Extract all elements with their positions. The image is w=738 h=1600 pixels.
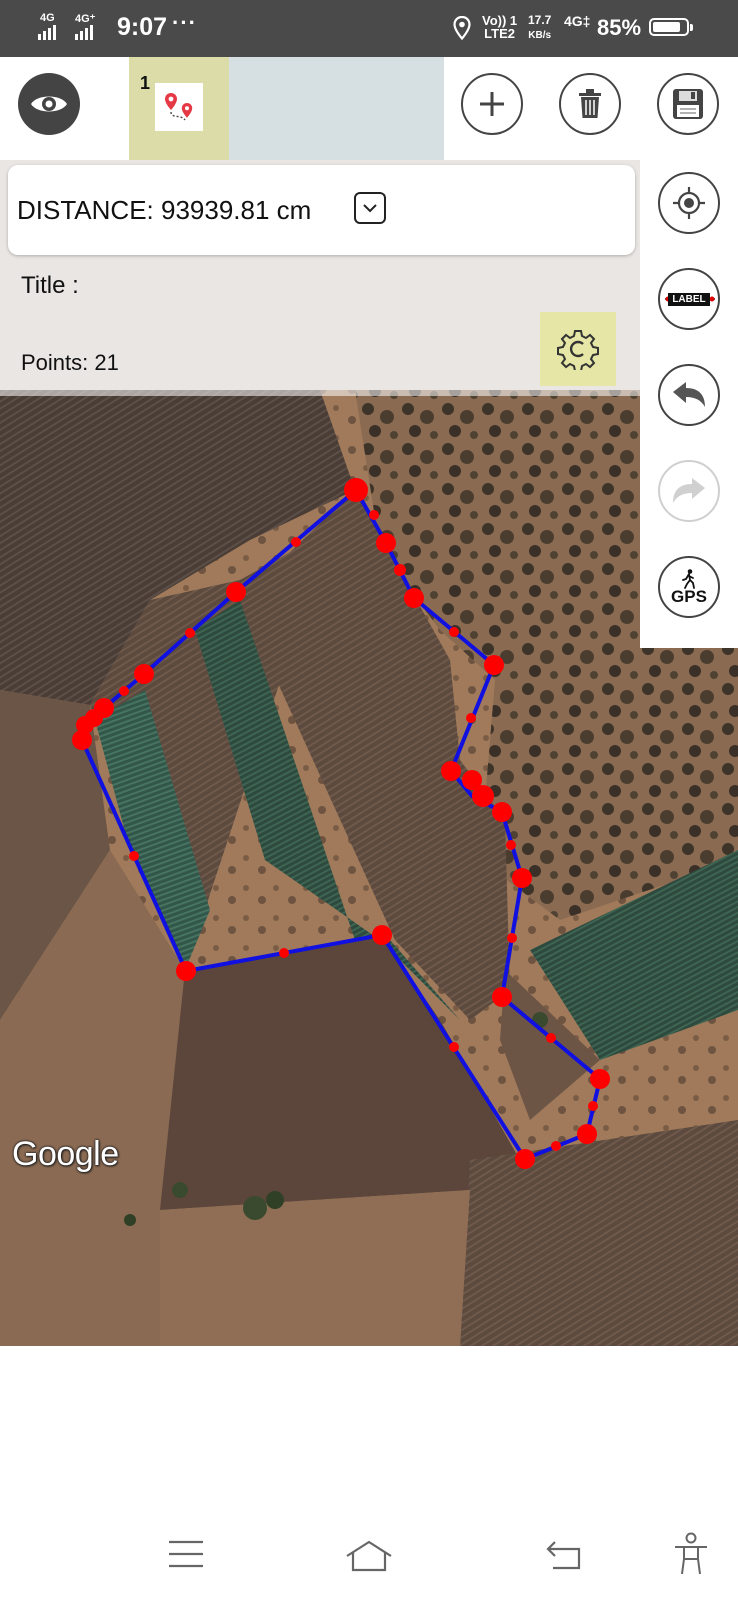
points-count: Points: 21 bbox=[21, 350, 119, 375]
chevron-down-icon bbox=[363, 204, 377, 213]
distance-unit-dropdown[interactable] bbox=[354, 192, 386, 224]
route-vertex[interactable] bbox=[507, 933, 517, 943]
crosshair-icon bbox=[673, 187, 705, 219]
accessibility-nav-button[interactable] bbox=[673, 1532, 709, 1581]
status-time: 9:07 bbox=[117, 13, 168, 41]
route-vertex[interactable] bbox=[185, 628, 195, 638]
route-vertex[interactable] bbox=[176, 961, 196, 981]
undo-button[interactable] bbox=[658, 364, 720, 426]
locate-button[interactable] bbox=[658, 172, 720, 234]
visibility-toggle-button[interactable] bbox=[18, 73, 80, 135]
route-vertex[interactable] bbox=[590, 1069, 610, 1089]
back-nav-button[interactable] bbox=[545, 1540, 581, 1575]
distance-label: DISTANCE: 93939.81 cm bbox=[17, 195, 312, 225]
route-vertex[interactable] bbox=[372, 925, 392, 945]
home-icon bbox=[346, 1540, 392, 1572]
undo-icon bbox=[673, 382, 705, 407]
trash-icon bbox=[579, 89, 601, 118]
route-vertex[interactable] bbox=[94, 698, 114, 718]
route-vertex[interactable] bbox=[546, 1033, 556, 1043]
walking-person-icon bbox=[682, 569, 695, 589]
layer-tab-1[interactable]: 1 bbox=[129, 57, 229, 160]
route-vertex[interactable] bbox=[515, 1149, 535, 1169]
network-label-sim1: 4G bbox=[40, 12, 55, 24]
route-points bbox=[72, 478, 610, 1169]
redo-icon bbox=[673, 478, 705, 503]
route-vertex[interactable] bbox=[492, 987, 512, 1007]
network-speed: 17.7 KB/s bbox=[528, 13, 551, 43]
route-vertex[interactable] bbox=[134, 664, 154, 684]
eye-icon bbox=[31, 96, 67, 112]
signal-icon-sim1 bbox=[38, 24, 56, 40]
delete-button[interactable] bbox=[559, 73, 621, 135]
menu-nav-button[interactable] bbox=[168, 1540, 204, 1573]
route-vertex[interactable] bbox=[394, 564, 406, 576]
route-vertex[interactable] bbox=[291, 537, 301, 547]
route-pin-icon bbox=[155, 83, 203, 131]
route-vertex[interactable] bbox=[279, 948, 289, 958]
volte-line2: LTE2 bbox=[484, 26, 515, 41]
route-vertex[interactable] bbox=[577, 1124, 597, 1144]
distance-card: DISTANCE: 93939.81 cm bbox=[8, 165, 635, 255]
route-vertex[interactable] bbox=[472, 785, 494, 807]
accessibility-icon bbox=[675, 1532, 707, 1575]
battery-percent: 85% bbox=[597, 15, 642, 40]
speed-unit: KB/s bbox=[528, 30, 552, 41]
home-nav-button[interactable] bbox=[345, 1540, 393, 1577]
route-vertex[interactable] bbox=[376, 533, 396, 553]
route-vertex[interactable] bbox=[492, 802, 512, 822]
route-vertex[interactable] bbox=[129, 851, 139, 861]
top-toolbar: 1 bbox=[0, 57, 738, 160]
network-type: 4G‡ bbox=[564, 13, 591, 29]
system-nav-bar bbox=[0, 1500, 738, 1600]
route-vertex[interactable] bbox=[369, 510, 379, 520]
menu-icon bbox=[169, 1540, 203, 1568]
status-bar: 4G 4G⁺ 9:07 ··· Vo)) 1 LTE2 17.7 KB/s 4G… bbox=[0, 0, 738, 57]
location-icon bbox=[453, 15, 471, 45]
google-attribution: Google bbox=[12, 1135, 119, 1173]
notification-dots: ··· bbox=[172, 10, 197, 35]
settings-button[interactable] bbox=[540, 312, 616, 386]
floppy-disk-icon bbox=[673, 89, 703, 119]
add-button[interactable] bbox=[461, 73, 523, 135]
route-line bbox=[80, 488, 602, 1161]
route-vertex[interactable] bbox=[344, 478, 368, 502]
volte-indicator: Vo)) 1 LTE2 bbox=[482, 14, 517, 40]
plus-icon bbox=[480, 92, 504, 116]
redo-button[interactable] bbox=[658, 460, 720, 522]
route-vertex[interactable] bbox=[441, 761, 461, 781]
route-vertex[interactable] bbox=[404, 588, 424, 608]
back-icon bbox=[546, 1541, 581, 1570]
route-vertex[interactable] bbox=[484, 655, 504, 675]
route-vertex[interactable] bbox=[466, 713, 476, 723]
route-vertex[interactable] bbox=[551, 1141, 561, 1151]
map-controls-panel: LABEL GPS bbox=[640, 160, 738, 648]
gear-icon bbox=[557, 330, 599, 370]
gps-label: GPS bbox=[671, 587, 707, 606]
signal-icon-sim2 bbox=[75, 24, 93, 40]
route-vertex[interactable] bbox=[506, 840, 516, 850]
layer-tab-number: 1 bbox=[140, 73, 151, 93]
battery-icon bbox=[649, 18, 693, 36]
route-vertex[interactable] bbox=[449, 627, 459, 637]
gps-button[interactable]: GPS bbox=[658, 556, 720, 618]
route-vertex[interactable] bbox=[449, 1042, 459, 1052]
label-button[interactable]: LABEL bbox=[658, 268, 720, 330]
save-button[interactable] bbox=[657, 73, 719, 135]
route-vertex[interactable] bbox=[588, 1101, 598, 1111]
layer-tabs: 1 bbox=[129, 57, 444, 160]
route-vertex[interactable] bbox=[512, 868, 532, 888]
route-vertex[interactable] bbox=[226, 582, 246, 602]
speed-value: 17.7 bbox=[528, 13, 552, 27]
title-label: Title : bbox=[21, 272, 79, 299]
label-text: LABEL bbox=[668, 292, 710, 306]
route-vertex[interactable] bbox=[119, 686, 129, 696]
